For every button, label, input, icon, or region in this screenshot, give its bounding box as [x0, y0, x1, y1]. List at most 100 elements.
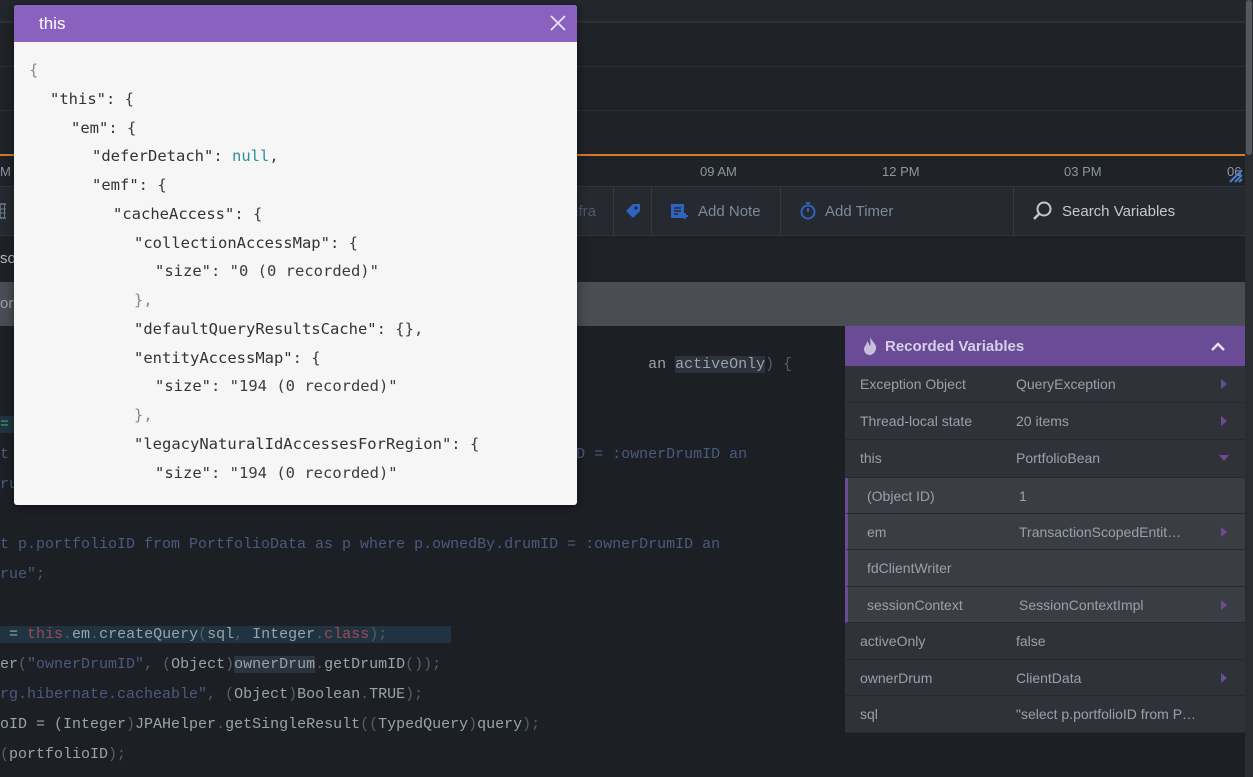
variable-name: activeOnly	[860, 633, 926, 649]
code-line: t p.portfolioID from PortfolioData as p …	[0, 536, 720, 553]
code-token: "ownerDrumID"	[27, 656, 145, 673]
code-token: this	[27, 626, 64, 643]
scrollbar-thumb[interactable]	[1246, 0, 1252, 155]
code-token: .	[360, 686, 370, 703]
variable-name: (Object ID)	[867, 488, 935, 504]
variable-row[interactable]: sql "select p.portfolioID from P…	[845, 696, 1245, 733]
code-token: JPAHelper	[135, 716, 217, 733]
search-variables-button[interactable]: Search Variables	[1013, 187, 1245, 235]
json-key: "size"	[155, 463, 211, 482]
add-note-button[interactable]: Add Note	[651, 187, 780, 235]
json-value: :	[213, 147, 232, 166]
code-line: rue";	[0, 566, 45, 583]
variable-row[interactable]: ownerDrum ClientData	[845, 660, 1245, 696]
code-token: )	[288, 686, 298, 703]
time-tick: 03 PM	[1064, 164, 1102, 179]
chevron-up-icon[interactable]	[1210, 341, 1226, 351]
grid-icon	[0, 203, 6, 219]
variable-row[interactable]: Exception Object QueryException	[845, 366, 1245, 403]
json-line: "entityAccessMap": {	[134, 349, 321, 367]
json-value: : "194 (0 recorded)"	[211, 377, 398, 396]
expand-icon[interactable]	[1221, 673, 1227, 683]
json-value: : {	[329, 233, 358, 252]
variable-inspector-dialog: this {"this": {"em": {"deferDetach": nul…	[14, 5, 577, 505]
dialog-title: this	[39, 13, 66, 33]
time-tick: 09 AM	[700, 164, 737, 179]
json-line: "size": "194 (0 recorded)"	[155, 464, 398, 482]
json-value: : {	[451, 434, 480, 453]
variable-row[interactable]: sessionContext SessionContextImpl	[845, 587, 1245, 623]
code-token: )	[468, 716, 478, 733]
code-token: t p.portfolioID from PortfolioData as p …	[0, 536, 721, 553]
recorded-variables-panel: Recorded Variables Exception Object Query…	[845, 326, 1245, 733]
recorded-variables-title: Recorded Variables	[885, 337, 1025, 355]
recorded-variables-header[interactable]: Recorded Variables	[845, 326, 1245, 366]
code-token: Object	[171, 656, 226, 673]
code-token: );	[108, 746, 127, 763]
variable-value: SessionContextImpl	[1019, 597, 1144, 613]
variable-value: 1	[1019, 488, 1027, 504]
dialog-header: this	[14, 5, 577, 42]
variable-value: "select p.portfolioID from P…	[1016, 706, 1197, 722]
variable-row[interactable]: this PortfolioBean	[845, 440, 1245, 478]
json-key: "emf"	[92, 176, 139, 194]
code-token: getDrumID	[324, 656, 406, 673]
expand-icon[interactable]	[1221, 379, 1227, 389]
grid-button[interactable]	[0, 187, 14, 235]
tag-button[interactable]	[613, 187, 651, 235]
json-line: "cacheAccess": {	[113, 205, 262, 223]
search-variables-label: Search Variables	[1062, 202, 1176, 220]
expand-icon[interactable]	[1221, 600, 1227, 610]
code-token: oID = (	[0, 716, 64, 733]
code-token: ((	[360, 716, 379, 733]
json-line: "size": "194 (0 recorded)"	[155, 377, 398, 395]
code-token: (	[18, 656, 28, 673]
code-token: );	[369, 626, 388, 643]
code-token: TypedQuery	[378, 716, 469, 733]
code-line: oID = (Integer)JPAHelper.getSingleResult…	[0, 716, 540, 733]
code-token: Object	[234, 686, 289, 703]
code-token: .	[315, 626, 325, 643]
code-token: );	[522, 716, 541, 733]
resize-handle-icon[interactable]	[1228, 168, 1244, 184]
code-token: Integer	[63, 716, 127, 733]
json-punctuation: ,	[269, 147, 279, 166]
code-token: ());	[405, 656, 442, 673]
code-token: activeOnly	[675, 356, 766, 373]
json-line: "collectionAccessMap": {	[134, 234, 358, 252]
json-key: "size"	[155, 377, 211, 396]
variable-value: PortfolioBean	[1016, 450, 1101, 466]
variable-row[interactable]: Thread-local state 20 items	[845, 403, 1245, 440]
flame-icon	[864, 337, 877, 355]
collapse-icon[interactable]	[1219, 455, 1229, 461]
code-token: (	[0, 746, 10, 763]
variable-row[interactable]: fdClientWriter	[845, 550, 1245, 587]
code-token: sql	[207, 626, 235, 643]
json-value: : {	[108, 118, 137, 137]
variable-row[interactable]: activeOnly false	[845, 623, 1245, 660]
variable-row[interactable]: em TransactionScopedEntit…	[845, 514, 1245, 550]
json-value: : {	[138, 176, 167, 194]
json-punctuation: },	[134, 406, 153, 424]
json-key: "defaultQueryResultsCache"	[134, 319, 377, 338]
time-tick: 12 PM	[882, 164, 920, 179]
code-token: , (	[144, 656, 172, 673]
json-punctuation: {	[29, 61, 39, 79]
variable-name: ownerDrum	[860, 670, 933, 686]
close-icon[interactable]	[549, 14, 567, 32]
expand-icon[interactable]	[1221, 416, 1227, 426]
json-line: {	[29, 61, 38, 79]
variable-row[interactable]: (Object ID) 1	[845, 478, 1245, 514]
expand-icon[interactable]	[1221, 527, 1227, 537]
json-key: "em"	[71, 118, 109, 137]
json-key: "collectionAccessMap"	[134, 233, 330, 252]
code-token: .	[216, 716, 226, 733]
json-value: : {	[234, 204, 263, 223]
code-token: )	[225, 656, 235, 673]
add-timer-button[interactable]: Add Timer	[780, 187, 938, 235]
code-token: ) {	[765, 356, 793, 373]
code-line: = this.em.createQuery(sql, Integer.class…	[0, 626, 451, 643]
add-note-label: Add Note	[698, 202, 761, 220]
code-token: ,	[234, 626, 253, 643]
variable-name: Thread-local state	[860, 413, 973, 429]
